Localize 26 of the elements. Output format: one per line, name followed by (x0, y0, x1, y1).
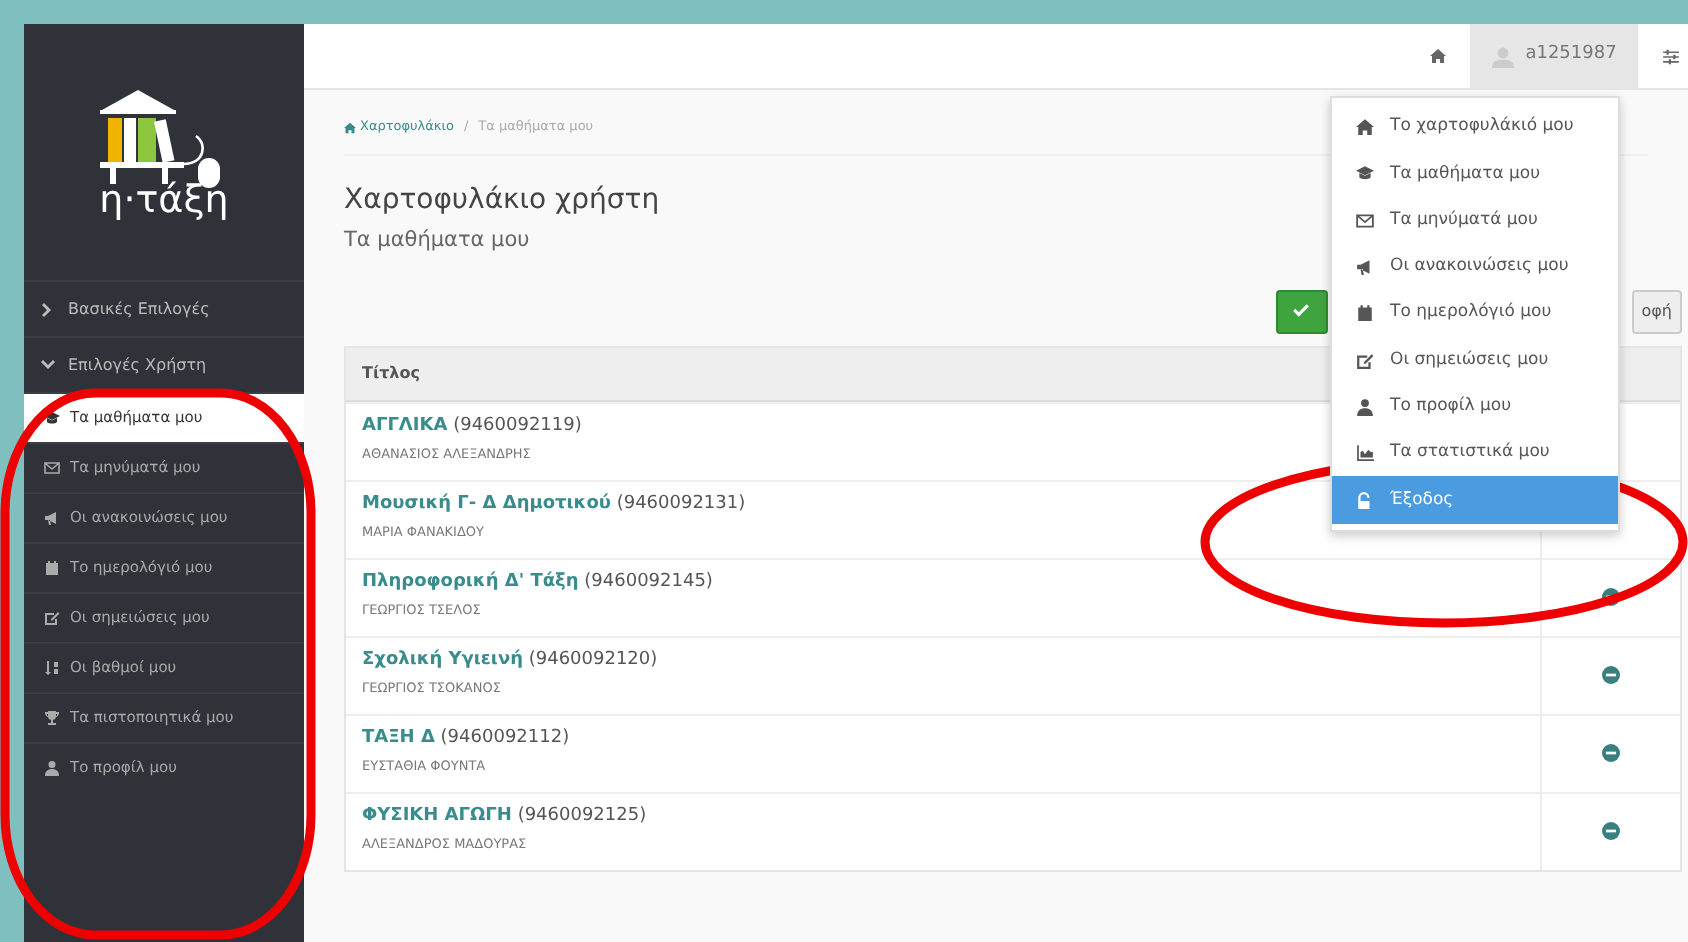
menu-item[interactable]: Τα στατιστικά μου (1332, 430, 1618, 477)
menu-item[interactable]: Τα μαθήματα μου (1332, 150, 1618, 198)
course-link[interactable]: ΦΥΣΙΚΗ ΑΓΩΓΗ (362, 805, 512, 825)
course-title: ΤΑΞΗ Δ (9460092112) (362, 725, 570, 751)
course-link[interactable]: ΑΓΓΛΙΚΑ (362, 415, 448, 435)
course-link[interactable]: Σχολική Υγιεινή (362, 649, 523, 669)
menu-item[interactable]: Έξοδος (1332, 476, 1618, 524)
course-title: ΑΓΓΛΙΚΑ (9460092119) (362, 413, 582, 439)
sidebar-section-label: Επιλογές Χρήστη (68, 353, 207, 377)
course-link[interactable]: ΤΑΞΗ Δ (362, 727, 435, 747)
course-title: ΦΥΣΙΚΗ ΑΓΩΓΗ (9460092125) (362, 803, 647, 829)
toolbar-button[interactable]: οφή (1631, 289, 1682, 333)
menu-item[interactable]: Οι ανακοινώσεις μου (1332, 243, 1618, 291)
page-title: Χαρτοφυλάκιο χρήστη (344, 181, 660, 220)
menu-item[interactable]: Τα μηνύματά μου (1332, 197, 1618, 244)
menu-item[interactable]: Το ημερολόγιό μου (1332, 290, 1618, 337)
logo-text: η·τάξη (99, 181, 229, 219)
user-menu-toggle[interactable]: a1251987 (1470, 24, 1638, 88)
page-subtitle: Τα μαθήματα μου (344, 225, 530, 256)
course-link[interactable]: Πληροφορική Δ' Τάξη (362, 571, 579, 591)
course-title: Σχολική Υγιεινή (9460092120) (362, 647, 658, 673)
menu-item[interactable]: Το χαρτοφυλάκιό μου (1332, 104, 1618, 151)
course-title: Πληροφορική Δ' Τάξη (9460092145) (362, 569, 713, 595)
course-title: Μουσική Γ- Δ Δημοτικού (9460092131) (362, 491, 746, 517)
course-link[interactable]: Μουσική Γ- Δ Δημοτικού (362, 493, 611, 513)
sidebar-section-label: Βασικές Επιλογές (68, 297, 210, 321)
